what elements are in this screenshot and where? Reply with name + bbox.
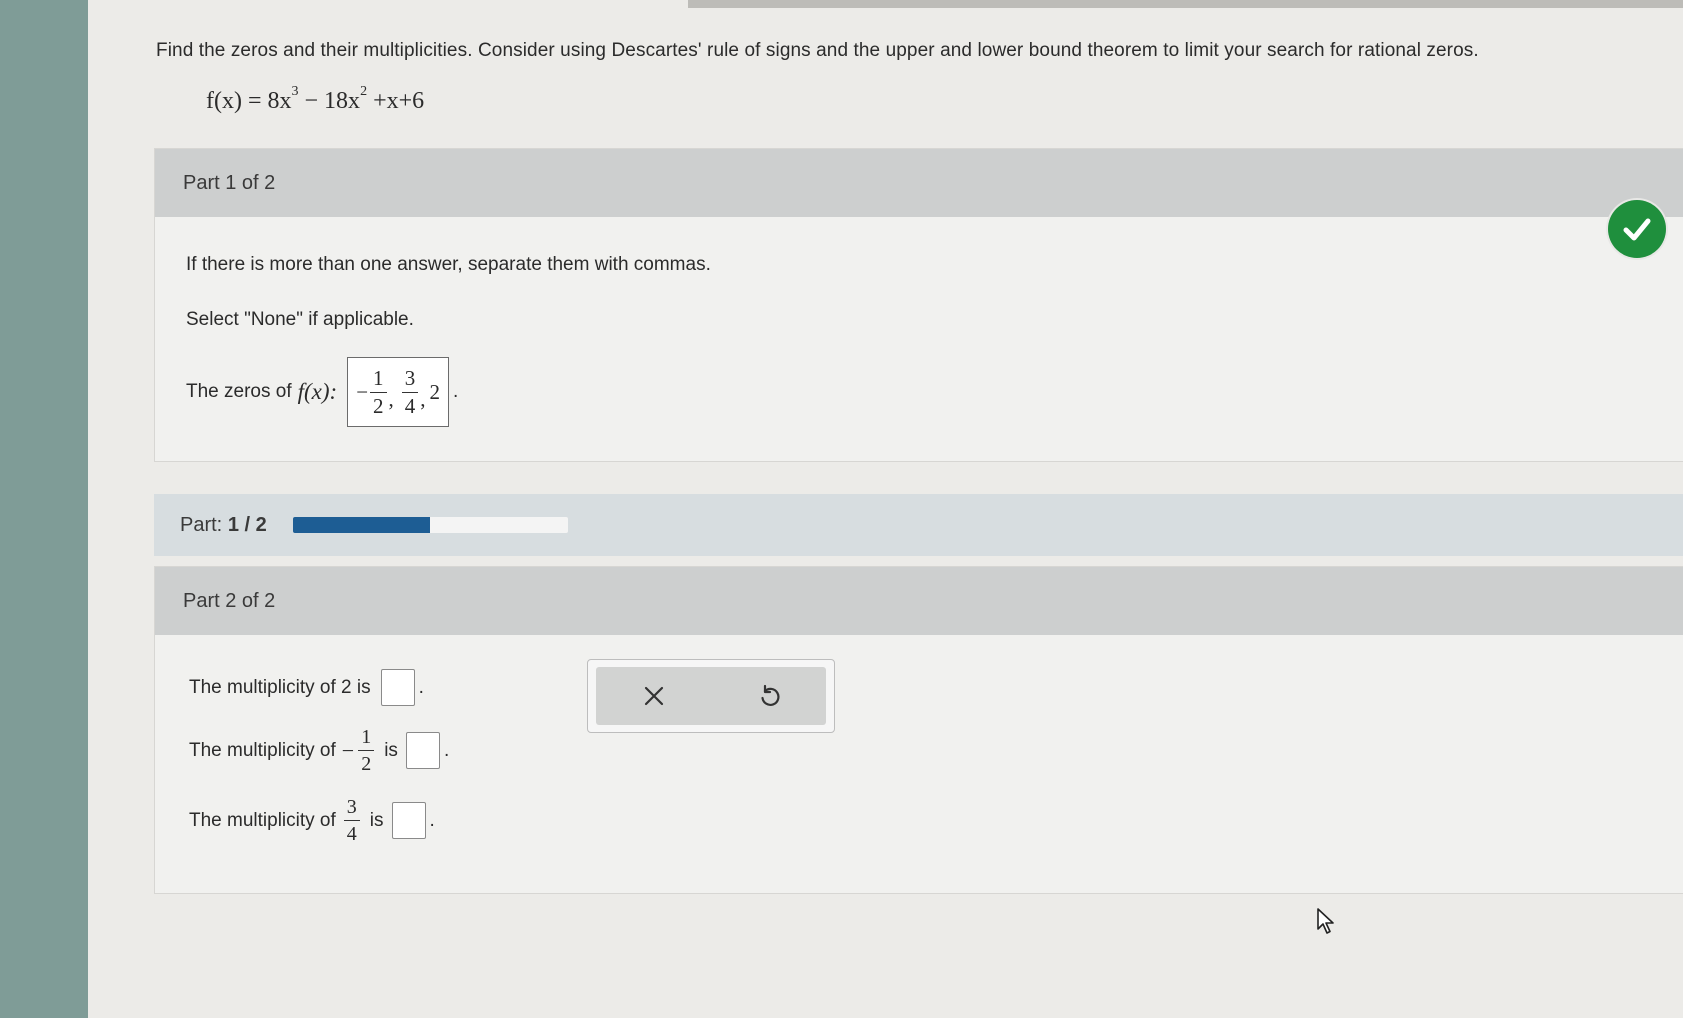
fraction-one-half: 1 2: [370, 367, 387, 418]
separator: ,: [388, 386, 394, 411]
is-label: is: [384, 739, 398, 761]
toolbar-buttons: [596, 667, 826, 725]
fraction-one-half: 1 2: [358, 727, 375, 775]
progress-bar: [292, 517, 568, 533]
part1-header: Part 1 of 2: [155, 149, 1683, 217]
progress-label: Part: 1 / 2: [180, 514, 267, 537]
formula-part: f(x) = 8x: [206, 88, 292, 114]
multiplicity-label: The multiplicity of: [189, 809, 336, 831]
neg-sign: −: [356, 379, 369, 404]
multiplicity-label: The multiplicity of 2 is: [189, 676, 371, 698]
correct-check-icon: [1608, 200, 1666, 258]
denominator: 4: [346, 823, 357, 845]
formula-part: − 18x: [298, 88, 361, 114]
progress-band: Part: 1 / 2: [154, 494, 1683, 556]
period: .: [453, 381, 459, 402]
denominator: 2: [361, 753, 372, 775]
progress-fill: [292, 517, 431, 533]
answer-toolbar: [587, 659, 835, 733]
numerator: 1: [358, 727, 375, 751]
part2-header: Part 2 of 2: [155, 567, 1683, 635]
top-bar: [688, 0, 1683, 8]
numerator: 1: [370, 367, 387, 393]
mouse-cursor-icon: [1317, 908, 1334, 934]
numerator: 3: [401, 367, 419, 393]
multiplicity-row-three-quarters: The multiplicity of 3 4 is .: [189, 797, 435, 844]
undo-button[interactable]: [749, 676, 789, 716]
period: .: [418, 676, 424, 698]
formula-part: +x+6: [367, 88, 425, 114]
zeros-label: The zeros of: [186, 381, 292, 402]
multiplicity-row-neg-half: The multiplicity of − 1 2 is .: [189, 727, 449, 774]
function-formula: f(x) = 8x3 − 18x2 +x+6: [206, 84, 425, 115]
zeros-row: The zeros of f(x): − 1 2 , 3 4 , 2 .: [186, 357, 458, 427]
denominator: 4: [404, 393, 416, 418]
multiplicity-neg-half-input[interactable]: [405, 732, 440, 769]
fraction-three-quarters: 3 4: [343, 797, 360, 845]
undo-icon: [760, 684, 779, 706]
zero-two: 2: [429, 379, 441, 404]
page: Find the zeros and their multiplicities.…: [88, 0, 1683, 1018]
denominator: 2: [373, 393, 384, 418]
multiplicity-three-quarters-input[interactable]: [391, 802, 426, 839]
question-prompt: Find the zeros and their multiplicities.…: [156, 40, 1479, 61]
progress-label-text: Part:: [180, 513, 223, 536]
numerator: 3: [343, 797, 360, 821]
zeros-answer-box[interactable]: − 1 2 , 3 4 , 2: [347, 357, 450, 427]
part1-card: Part 1 of 2 If there is more than one an…: [154, 148, 1683, 462]
formula-exponent: 3: [291, 84, 299, 99]
fx-label: f(x):: [297, 379, 338, 404]
period: .: [443, 739, 450, 761]
multiplicity-row-2: The multiplicity of 2 is .: [189, 669, 424, 706]
close-icon: [644, 686, 663, 706]
hint-commas: If there is more than one answer, separa…: [186, 254, 711, 275]
formula-exponent: 2: [360, 84, 368, 99]
part2-card: Part 2 of 2 The multiplicity of 2 is . T…: [154, 566, 1683, 894]
multiplicity-2-input[interactable]: [380, 669, 415, 706]
progress-value: 1 / 2: [227, 513, 267, 536]
hint-none: Select "None" if applicable.: [186, 309, 414, 330]
period: .: [429, 809, 435, 831]
clear-button[interactable]: [634, 676, 674, 716]
is-label: is: [369, 809, 384, 831]
separator: ,: [420, 386, 426, 411]
neg-sign: −: [341, 737, 355, 763]
fraction-three-quarters: 3 4: [401, 367, 419, 418]
multiplicity-label: The multiplicity of: [189, 739, 336, 761]
